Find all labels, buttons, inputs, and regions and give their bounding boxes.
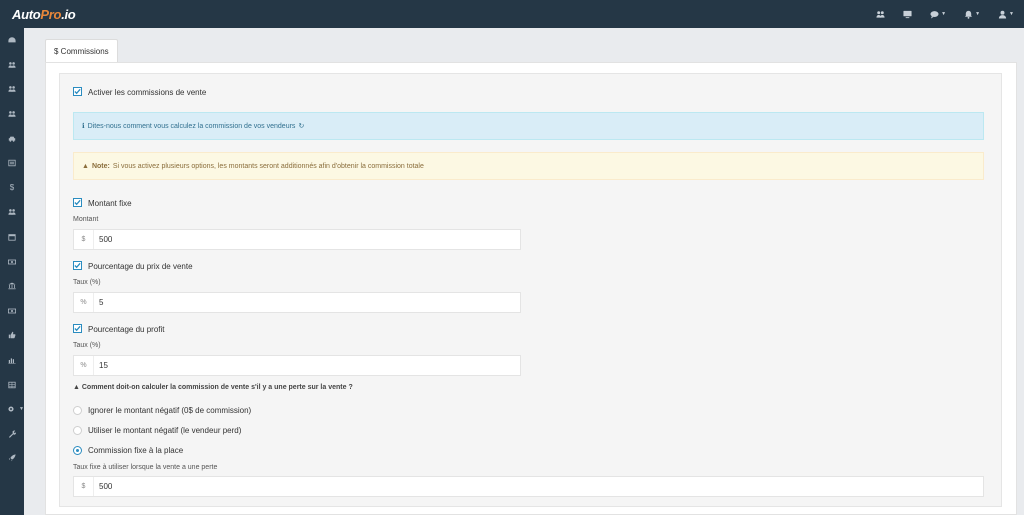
price-percentage-checkbox[interactable] — [73, 261, 82, 270]
profit-percentage-checkbox[interactable] — [73, 324, 82, 333]
commissions-form: Activer les commissions de vente ℹ Dites… — [59, 73, 1002, 507]
group-icon[interactable] — [0, 77, 24, 102]
price-rate-input[interactable]: 5 — [94, 298, 103, 307]
loss-fixed-field-label: Taux fixe à utiliser lorsque la vente a … — [73, 464, 218, 471]
dollar-addon: $ — [74, 477, 94, 496]
profit-rate-input[interactable]: 15 — [94, 361, 108, 370]
info-alert-text: Dites-nous comment vous calculez la comm… — [87, 122, 296, 130]
option-ignore-negative-radio[interactable] — [73, 406, 82, 415]
team-icon[interactable] — [0, 200, 24, 225]
option-fixed-commission-label[interactable]: Commission fixe à la place — [88, 446, 183, 455]
comments-icon[interactable]: ▼ — [930, 10, 946, 19]
bank-icon[interactable] — [0, 274, 24, 299]
rocket-icon[interactable] — [0, 446, 24, 471]
money2-icon[interactable] — [0, 299, 24, 324]
thumbs-up-icon[interactable] — [0, 323, 24, 348]
option-ignore-negative-label[interactable]: Ignorer le montant négatif (0$ de commis… — [88, 406, 251, 415]
percent-addon: % — [74, 356, 94, 375]
warning-note-label: Note: — [91, 162, 110, 170]
top-navbar: AutoPro.io ▼ ▼ ▼ — [0, 0, 1024, 28]
grid-icon[interactable] — [0, 372, 24, 397]
check-icon — [74, 88, 81, 95]
list-icon[interactable] — [0, 151, 24, 176]
chevron-down-icon: ▼ — [1009, 11, 1014, 17]
chevron-down-icon: ▼ — [941, 11, 947, 17]
loss-question-heading: ▲ Comment doit-on calculer la commission… — [73, 384, 353, 391]
warning-alert-text: Si vous activez plusieurs options, les m… — [112, 162, 424, 170]
check-icon — [74, 199, 81, 206]
price-percentage-label: Pourcentage du prix de vente — [88, 262, 193, 271]
profit-rate-field-label: Taux (%) — [73, 342, 101, 349]
info-alert: ℹ Dites-nous comment vous calculez la co… — [73, 112, 984, 140]
gear-icon[interactable]: ▼ — [0, 397, 24, 422]
users-icon[interactable] — [876, 10, 885, 19]
sidebar: $ ▼ — [0, 28, 24, 515]
fixed-amount-input-group[interactable]: $ 500 — [73, 229, 521, 250]
option-fixed-commission-radio[interactable] — [73, 446, 82, 455]
option-use-negative-label[interactable]: Utiliser le montant négatif (le vendeur … — [88, 426, 241, 435]
option-use-negative-radio[interactable] — [73, 426, 82, 435]
main-content: $ Commissions Activer les commissions de… — [33, 28, 1017, 515]
bell-icon[interactable]: ▼ — [964, 10, 980, 19]
tab-panel: Activer les commissions de vente ℹ Dites… — [45, 62, 1017, 515]
money-icon[interactable] — [0, 249, 24, 274]
profit-rate-input-group[interactable]: % 15 — [73, 355, 521, 376]
wrench-icon[interactable] — [0, 422, 24, 447]
fixed-amount-checkbox[interactable] — [73, 198, 82, 207]
car-icon[interactable] — [0, 126, 24, 151]
check-icon — [74, 325, 81, 332]
calendar-icon[interactable] — [0, 225, 24, 250]
loss-fixed-input-group[interactable]: $ 500 — [73, 476, 984, 497]
chevron-down-icon: ▼ — [19, 406, 24, 413]
chart-icon[interactable] — [0, 348, 24, 373]
enable-commissions-checkbox[interactable] — [73, 87, 82, 96]
warning-alert: ▲ Note: Si vous activez plusieurs option… — [73, 152, 984, 180]
price-rate-field-label: Taux (%) — [73, 279, 101, 286]
check-icon — [74, 262, 81, 269]
profit-percentage-label: Pourcentage du profit — [88, 325, 165, 334]
info-icon: ℹ — [82, 123, 85, 130]
warning-icon: ▲ — [82, 162, 89, 170]
user-icon[interactable]: ▼ — [998, 10, 1014, 19]
percent-addon: % — [74, 293, 94, 312]
tab-bar: $ Commissions — [45, 39, 118, 63]
app-logo[interactable]: AutoPro.io — [12, 7, 76, 22]
users-icon[interactable] — [0, 53, 24, 78]
monitor-icon[interactable] — [903, 10, 912, 19]
enable-commissions-label: Activer les commissions de vente — [88, 88, 207, 97]
amount-field-label: Montant — [73, 216, 99, 223]
dashboard-icon[interactable] — [0, 28, 24, 53]
dollar-icon[interactable]: $ — [0, 176, 24, 201]
loss-fixed-input[interactable]: 500 — [94, 482, 112, 491]
dollar-addon: $ — [74, 230, 94, 249]
group2-icon[interactable] — [0, 102, 24, 127]
warning-icon: ▲ — [73, 384, 82, 391]
fixed-amount-label: Montant fixe — [88, 199, 132, 208]
fixed-amount-input[interactable]: 500 — [94, 235, 112, 244]
price-rate-input-group[interactable]: % 5 — [73, 292, 521, 313]
tab-commissions[interactable]: $ Commissions — [45, 39, 118, 63]
refresh-icon: ↻ — [298, 123, 305, 130]
chevron-down-icon: ▼ — [975, 11, 981, 17]
